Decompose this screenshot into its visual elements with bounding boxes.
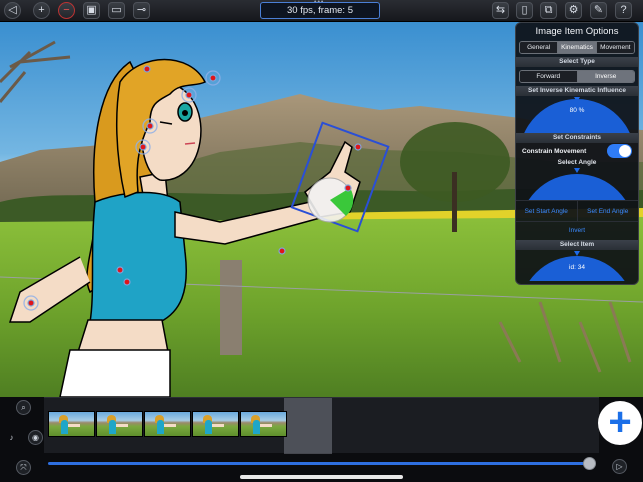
type-inverse[interactable]: Inverse [577, 71, 634, 82]
timeline-frame[interactable] [240, 411, 287, 437]
frame-strip[interactable] [44, 397, 599, 454]
play-icon[interactable]: ▷ [612, 459, 627, 474]
key-icon[interactable]: ⊸ [133, 2, 150, 19]
image-item-options-panel: Image Item Options General Kinematics Mo… [515, 22, 639, 285]
remove-icon[interactable]: − [58, 2, 75, 19]
set-end-angle-button[interactable]: Set End Angle [578, 201, 639, 221]
select-type-header: Select Type [516, 57, 638, 67]
angle-buttons: Set Start Angle Set End Angle [516, 200, 638, 222]
influence-value: 80 % [569, 107, 585, 114]
influence-header: Set Inverse Kinematic Influence [516, 86, 638, 96]
tab-movement[interactable]: Movement [596, 42, 634, 53]
current-frame-highlight [284, 398, 332, 454]
camera-icon[interactable]: ▣ [83, 2, 100, 19]
help-icon[interactable]: ? [615, 2, 632, 19]
frame-status-display: 30 fps, frame: 5 [260, 2, 380, 19]
timeline-frame[interactable] [48, 411, 95, 437]
playback-slider[interactable] [48, 462, 590, 465]
bones-icon[interactable]: ⇆ [492, 2, 509, 19]
angle-pointer-icon [574, 168, 580, 173]
timeline-frame[interactable] [96, 411, 143, 437]
influence-dial[interactable]: 80 % [519, 97, 635, 133]
app-window: ◁ + − ▣ ▭ ⊸ ••• 30 fps, frame: 5 ⇆ ▯ ⧉ ⚙… [0, 0, 643, 482]
set-start-angle-button[interactable]: Set Start Angle [516, 201, 578, 221]
gear-icon[interactable]: ⚙ [565, 2, 582, 19]
constraints-header: Set Constraints [516, 133, 638, 143]
wrench-icon[interactable]: ✎ [590, 2, 607, 19]
top-toolbar: ◁ + − ▣ ▭ ⊸ ••• 30 fps, frame: 5 ⇆ ▯ ⧉ ⚙… [0, 0, 643, 22]
home-indicator [240, 475, 403, 479]
invert-button[interactable]: Invert [516, 222, 638, 240]
item-dial[interactable]: id: 34 [519, 251, 635, 281]
select-item-header: Select Item [516, 240, 638, 250]
influence-dial-face [519, 99, 635, 133]
add-frame-icon: + [608, 399, 632, 444]
constrain-movement-toggle[interactable] [607, 144, 632, 158]
constrain-movement-label: Constrain Movement [522, 147, 587, 155]
angle-dial-face [519, 174, 635, 200]
record-icon[interactable]: ◉ [28, 430, 43, 445]
back-icon[interactable]: ◁ [4, 2, 21, 19]
kinematic-type-selector: Forward Inverse [519, 70, 635, 83]
playback-slider-knob[interactable] [583, 457, 596, 470]
microphone-icon[interactable]: ♪ [4, 430, 19, 445]
angle-dial[interactable] [519, 168, 635, 200]
add-icon[interactable]: + [33, 2, 50, 19]
zoom-icon[interactable]: ⌕ [16, 400, 31, 415]
tab-kinematics[interactable]: Kinematics [558, 42, 597, 53]
type-forward[interactable]: Forward [520, 71, 578, 82]
timeline-frame[interactable] [192, 411, 239, 437]
options-tab-bar: General Kinematics Movement [519, 41, 635, 54]
select-angle-label: Select Angle [557, 159, 597, 166]
expand-icon[interactable]: ⤧ [16, 460, 31, 475]
tab-general[interactable]: General [520, 42, 559, 53]
photo-icon[interactable]: ▭ [108, 2, 125, 19]
item-id: id: 34 [569, 264, 585, 271]
panel-title: Image Item Options [535, 26, 619, 37]
constrain-movement-row: Constrain Movement [516, 143, 638, 159]
timeline-frame[interactable] [144, 411, 191, 437]
timeline-area: ⌕ ♪ ◉ ⤧ + ▷ [0, 397, 643, 482]
clipboard-icon[interactable]: ▯ [516, 2, 533, 19]
add-frame-button[interactable]: + [598, 401, 642, 445]
export-icon[interactable]: ⧉ [540, 2, 557, 19]
